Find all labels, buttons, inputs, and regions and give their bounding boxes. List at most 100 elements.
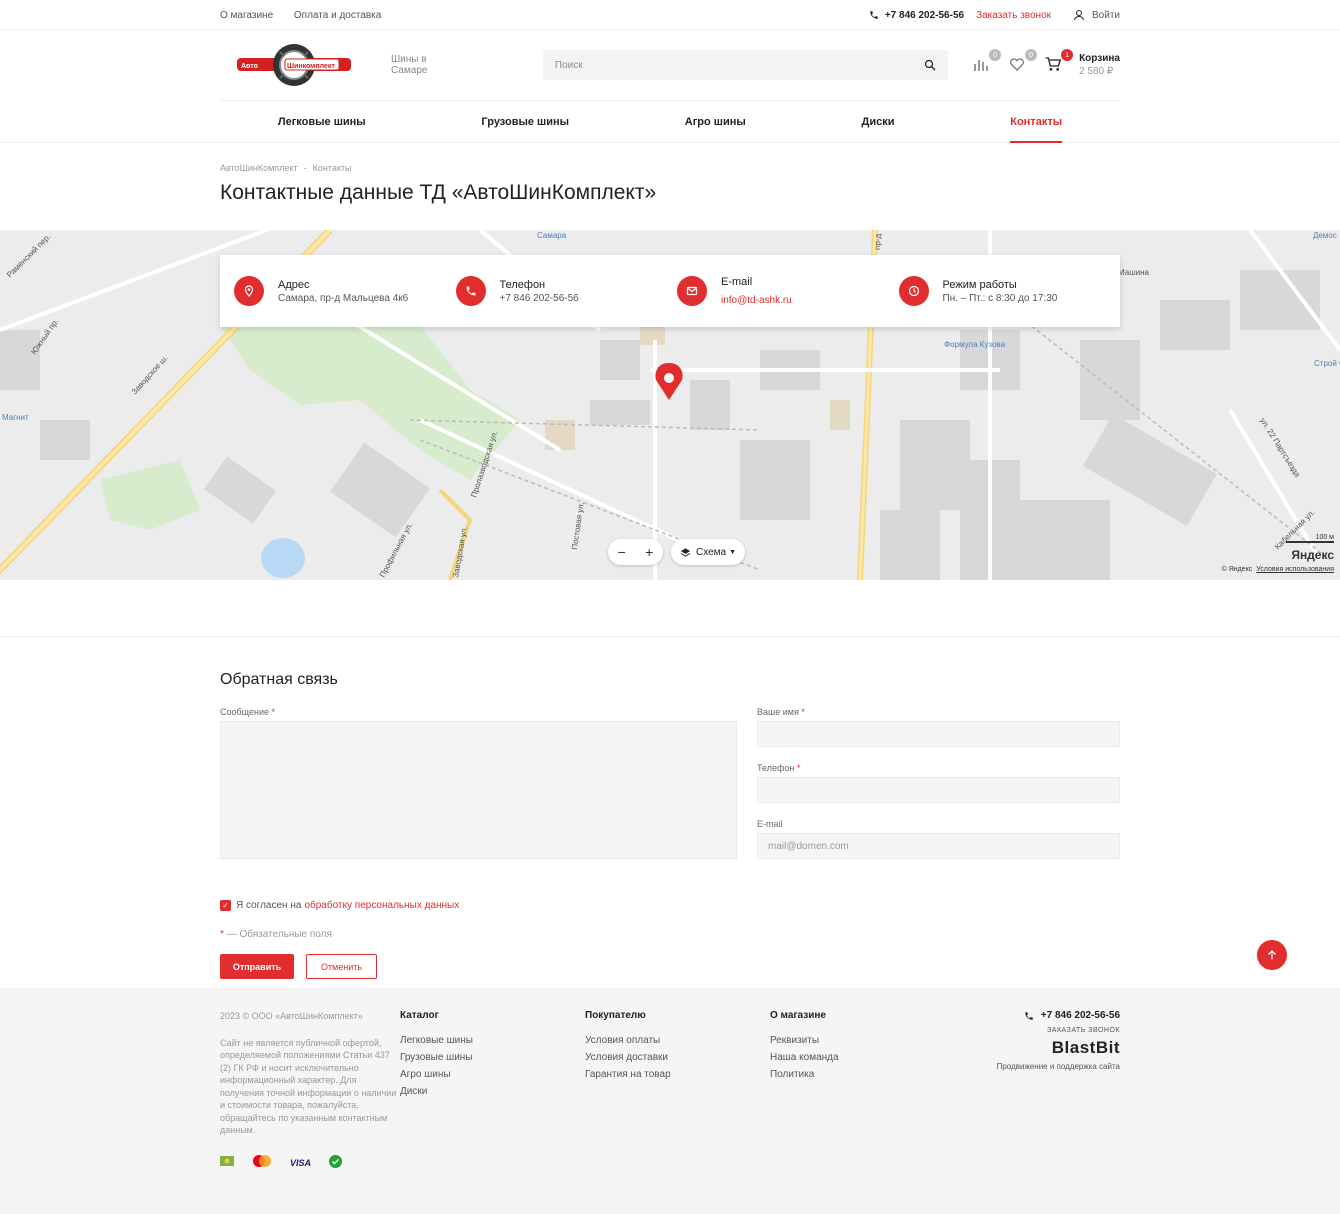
zoom-out-button[interactable]: − xyxy=(618,544,626,560)
message-textarea[interactable] xyxy=(220,721,737,859)
email-input[interactable]: mail@domen.com xyxy=(757,833,1120,859)
submit-button[interactable]: Отправить xyxy=(220,954,294,979)
email-link[interactable]: info@td-ashk.ru xyxy=(721,295,792,306)
nav-item-agro-tires[interactable]: Агро шины xyxy=(685,101,746,143)
message-label: Сообщение * xyxy=(220,707,737,721)
favorites-count: 0 xyxy=(1025,49,1038,61)
footer-link[interactable]: Агро шины xyxy=(400,1069,585,1080)
breadcrumb-separator: - xyxy=(303,163,307,173)
cancel-button[interactable]: Отменить xyxy=(306,954,377,979)
map-label-mashina: Машина xyxy=(1118,268,1150,277)
footer-phone[interactable]: +7 846 202-56-56 xyxy=(997,1010,1120,1021)
email-label: E-mail xyxy=(757,819,783,829)
visa-icon: VISA xyxy=(290,1157,312,1168)
footer-link[interactable]: Легковые шины xyxy=(400,1035,585,1046)
footer-link[interactable]: Гарантия на товар xyxy=(585,1069,770,1080)
cart-label: Корзина xyxy=(1079,53,1120,64)
footer-catalog: Каталог Легковые шины Грузовые шины Агро… xyxy=(400,1010,585,1171)
location-icon xyxy=(234,276,264,306)
logo-text-left: Авто xyxy=(241,63,258,70)
footer-callback-link[interactable]: ЗАКАЗАТЬ ЗВОНОК xyxy=(997,1027,1120,1034)
cash-icon xyxy=(220,1156,234,1170)
payment-methods: VISA xyxy=(220,1154,400,1172)
required-note-text: — Обязательные поля xyxy=(226,929,332,940)
phone-icon xyxy=(1025,1011,1033,1020)
map-layer-select[interactable]: Схема ▼ xyxy=(671,539,745,565)
login-link[interactable]: Войти xyxy=(1073,9,1120,21)
slogan: Шины в Самаре xyxy=(391,54,428,76)
footer-link[interactable]: Политика xyxy=(770,1069,955,1080)
favorites-button[interactable]: 0 xyxy=(1009,49,1038,74)
top-bar: О магазине Оплата и доставка +7 846 202-… xyxy=(0,0,1340,30)
phone-label: Телефон * xyxy=(757,763,1120,777)
privacy-link[interactable]: обработку персональных данных xyxy=(304,900,459,911)
login-label: Войти xyxy=(1092,9,1120,21)
contacts-map[interactable]: Самара Заводское ш. Магнит Формула Кузов… xyxy=(0,230,1340,580)
contact-phone: Телефон +7 846 202-56-56 xyxy=(455,276,678,306)
map-label-demos: Демос xyxy=(1313,231,1337,240)
name-input[interactable] xyxy=(757,721,1120,747)
required-mark: * xyxy=(271,707,276,717)
site-logo[interactable]: Авто Шинкомплект xyxy=(235,42,353,88)
map-label-magnit: Магнит xyxy=(2,413,29,422)
cart-summary[interactable]: Корзина 2 580 ₽ xyxy=(1079,52,1120,78)
cart-icon xyxy=(1045,57,1062,71)
footer-link[interactable]: Диски xyxy=(400,1086,585,1097)
main-nav: Легковые шины Грузовые шины Агро шины Ди… xyxy=(0,100,1340,143)
map-terms-link[interactable]: Условия использования xyxy=(1256,566,1334,573)
about-link[interactable]: О магазине xyxy=(220,10,273,21)
developer-logo[interactable]: BlastBit xyxy=(997,1038,1120,1058)
footer-link[interactable]: Условия доставки xyxy=(585,1052,770,1063)
map-copyright-text: © Яндекс xyxy=(1221,566,1253,573)
header: Авто Шинкомплект Шины в Самаре Поиск 0 0… xyxy=(0,30,1340,100)
map-label-formula: Формула Кузова xyxy=(944,340,1006,349)
contact-address: Адрес Самара, пр-д Мальцева 4к6 xyxy=(234,276,456,306)
footer-link[interactable]: Условия оплаты xyxy=(585,1035,770,1046)
required-mark: * xyxy=(796,763,801,773)
nav-item-wheels[interactable]: Диски xyxy=(862,101,895,143)
yandex-logo[interactable]: Яндекс xyxy=(1291,548,1334,562)
consent-text: Я согласен на xyxy=(236,900,302,911)
address-value: Самара, пр-д Мальцева 4к6 xyxy=(278,293,409,304)
developer-text: Продвижение и поддержка сайта xyxy=(996,1062,1120,1071)
cart-button[interactable]: 1 xyxy=(1045,49,1074,74)
footer-link[interactable]: Наша команда xyxy=(770,1052,955,1063)
consent-checkbox[interactable]: ✓ xyxy=(220,900,231,911)
phone-label-text: Телефон xyxy=(757,763,795,773)
footer-link[interactable]: Грузовые шины xyxy=(400,1052,585,1063)
cart-total: 2 580 ₽ xyxy=(1079,66,1114,77)
nav-item-contacts[interactable]: Контакты xyxy=(1010,101,1062,143)
hours-value: Пн. – Пт.: с 8:30 до 17:30 xyxy=(942,293,1058,304)
footer-col-title: О магазине xyxy=(770,1010,826,1021)
contact-email: E-mail info@td-ashk.ru xyxy=(677,275,899,308)
compare-button[interactable]: 0 xyxy=(973,49,1002,74)
footer-link[interactable]: Реквизиты xyxy=(770,1035,955,1046)
search-icon[interactable] xyxy=(924,59,936,71)
top-phone[interactable]: +7 846 202-56-56 xyxy=(869,10,964,21)
scroll-top-button[interactable] xyxy=(1257,940,1287,970)
footer: 2023 © ООО «АвтоШинКомплект» Сайт не явл… xyxy=(0,988,1340,1214)
zoom-in-button[interactable]: + xyxy=(645,544,653,560)
top-phone-text: +7 846 202-56-56 xyxy=(884,9,965,21)
nav-item-truck-tires[interactable]: Грузовые шины xyxy=(481,101,569,143)
map-scale: 100 м xyxy=(1286,534,1334,543)
phone-icon xyxy=(870,11,878,19)
footer-col-title: Каталог xyxy=(400,1010,439,1021)
compare-count: 0 xyxy=(989,49,1002,61)
footer-about: О магазине Реквизиты Наша команда Полити… xyxy=(770,1010,955,1171)
phone-value[interactable]: +7 846 202-56-56 xyxy=(500,293,579,304)
payment-delivery-link[interactable]: Оплата и доставка xyxy=(294,10,381,21)
cart-count: 1 xyxy=(1061,49,1074,61)
footer-col-title: Покупателю xyxy=(585,1010,646,1021)
footer-phone-text: +7 846 202-56-56 xyxy=(1040,1010,1120,1021)
footer-disclaimer: Сайт не является публичной офертой, опре… xyxy=(220,1037,397,1136)
layers-icon xyxy=(680,547,691,557)
contact-hours: Режим работы Пн. – Пт.: с 8:30 до 17:30 xyxy=(898,276,1121,306)
callback-link[interactable]: Заказать звонок xyxy=(976,10,1051,21)
map-zoom-controls: − + xyxy=(608,539,663,565)
search-input[interactable]: Поиск xyxy=(542,50,949,80)
nav-item-passenger-tires[interactable]: Легковые шины xyxy=(278,101,366,143)
phone-input[interactable] xyxy=(757,777,1120,803)
required-note: * — Обязательные поля xyxy=(220,929,1120,940)
breadcrumb-home[interactable]: АвтоШинКомплект xyxy=(220,163,298,173)
